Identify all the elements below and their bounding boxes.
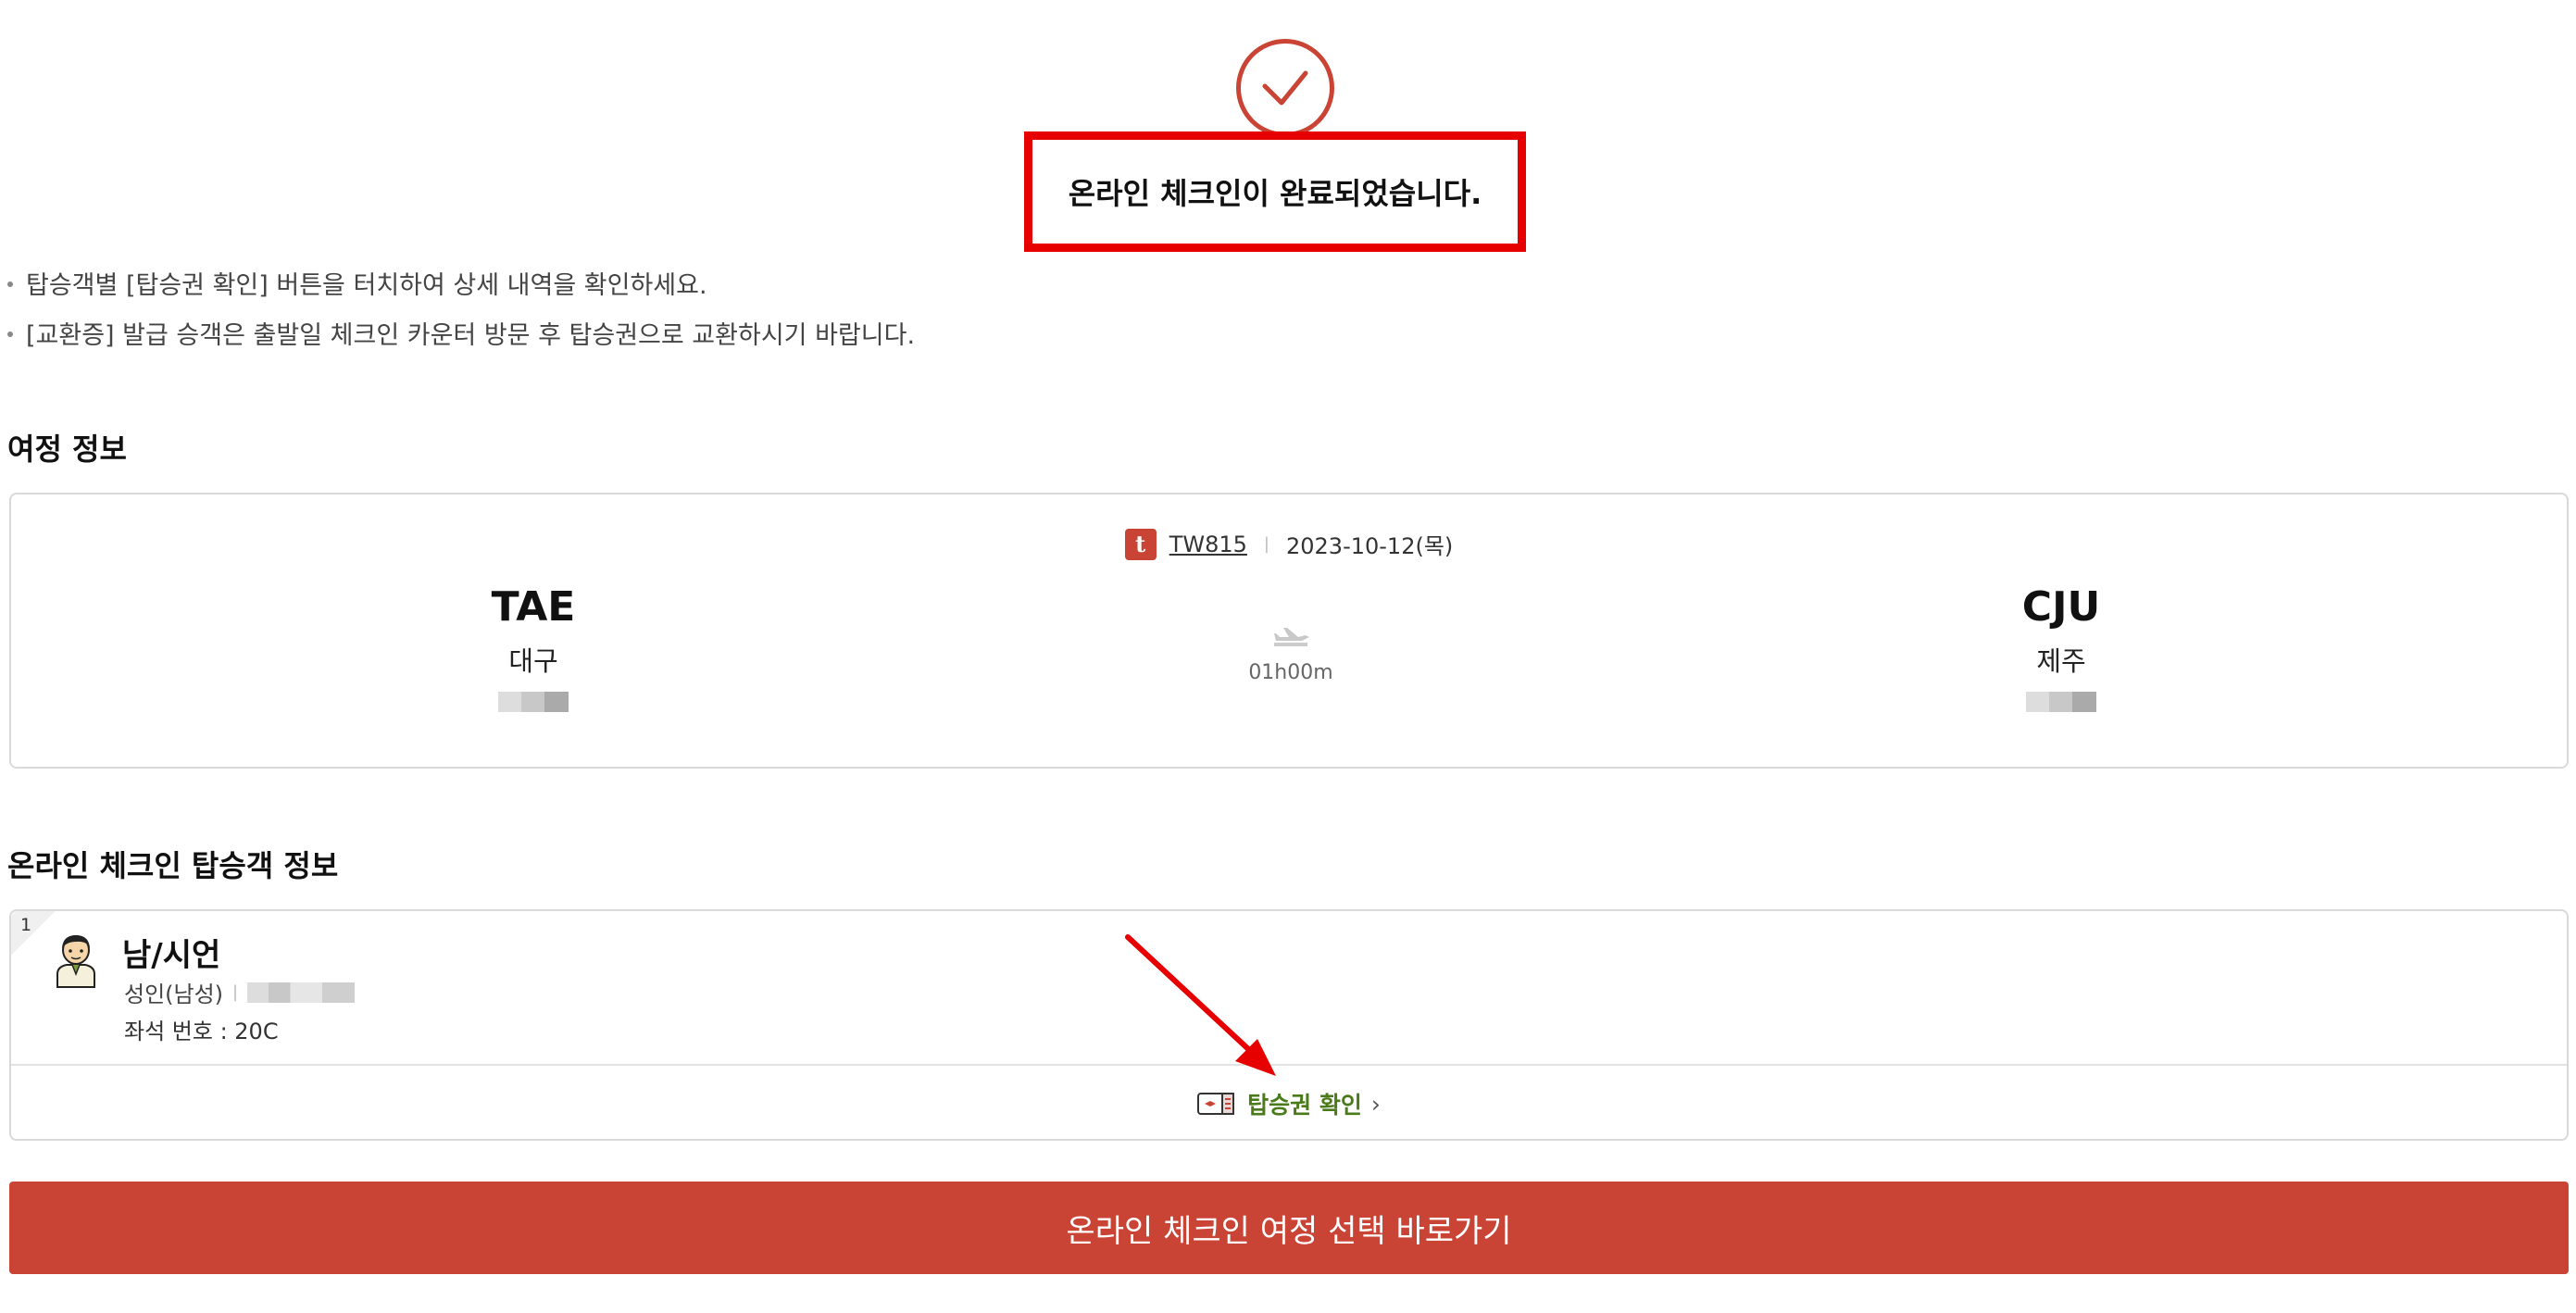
airline-logo-icon: t: [1124, 528, 1157, 560]
origin-code: TAE: [491, 583, 576, 631]
check-circle-icon: [1236, 39, 1334, 137]
destination-time-redacted: [2026, 692, 2096, 712]
destination-city: 제주: [2036, 645, 2086, 677]
notice-1: 탑승객별 [탑승권 확인] 버튼을 터치하여 상세 내역을 확인하세요.: [7, 265, 707, 301]
flight-duration: 01h00m: [1248, 661, 1333, 684]
avatar-icon: [56, 935, 95, 988]
card-divider: [11, 1064, 2567, 1066]
airplane-icon: [1274, 628, 1309, 646]
origin-airport: TAE 대구: [394, 583, 672, 712]
passenger-index: 1: [20, 915, 32, 935]
chevron-right-icon: ›: [1370, 1090, 1381, 1118]
itinerary-card: t TW815 | 2023-10-12(목) TAE 대구 01h00m CJ…: [9, 493, 2569, 769]
completion-title-text: 온라인 체크인이 완료되었습니다.: [1068, 176, 1482, 211]
passenger-name: 남/시언: [122, 937, 221, 974]
bullet-icon: [7, 281, 13, 287]
flight-date: 2023-10-12(목): [1285, 533, 1454, 559]
passenger-card: 1 남/시언 성인(남성) | 좌석 번호 : 20C 탑승권 확인 ›: [9, 909, 2569, 1141]
destination-airport: CJU 제주: [1922, 583, 2200, 712]
destination-code: CJU: [2021, 583, 2101, 631]
annotation-arrow-icon: [1125, 934, 1276, 1076]
itinerary-section-title: 여정 정보: [7, 431, 127, 467]
flight-route: 01h00m: [1152, 622, 1430, 684]
origin-city: 대구: [508, 645, 558, 677]
flight-number-link[interactable]: TW815: [1169, 531, 1247, 557]
passenger-type-row: 성인(남성) |: [124, 976, 356, 1008]
notice-text: 탑승객별 [탑승권 확인] 버튼을 터치하여 상세 내역을 확인하세요.: [26, 271, 707, 300]
origin-time-redacted: [498, 692, 569, 712]
ticket-icon: [1197, 1093, 1235, 1115]
passenger-index-badge: 1: [11, 911, 56, 956]
notice-2: [교환증] 발급 승객은 출발일 체크인 카운터 방문 후 탑승권으로 교환하시…: [7, 315, 915, 351]
flight-header: t TW815 | 2023-10-12(목): [11, 528, 2567, 560]
completion-title: 온라인 체크인이 완료되었습니다.: [1024, 131, 1526, 252]
notice-text: [교환증] 발급 승객은 출발일 체크인 카운터 방문 후 탑승권으로 교환하시…: [26, 321, 916, 350]
passengers-section-title: 온라인 체크인 탑승객 정보: [7, 848, 339, 883]
bullet-icon: [7, 331, 13, 337]
checkin-journey-button[interactable]: 온라인 체크인 여정 선택 바로가기: [9, 1182, 2569, 1274]
passenger-info-redacted: [247, 982, 356, 1003]
boarding-pass-label: 탑승권 확인: [1247, 1092, 1362, 1119]
divider: |: [232, 982, 239, 1002]
divider: |: [1263, 534, 1269, 554]
seat-number: 좌석 번호 : 20C: [124, 1019, 279, 1044]
boarding-pass-button[interactable]: 탑승권 확인 ›: [11, 1067, 2567, 1141]
passenger-type: 성인(남성): [124, 982, 224, 1007]
